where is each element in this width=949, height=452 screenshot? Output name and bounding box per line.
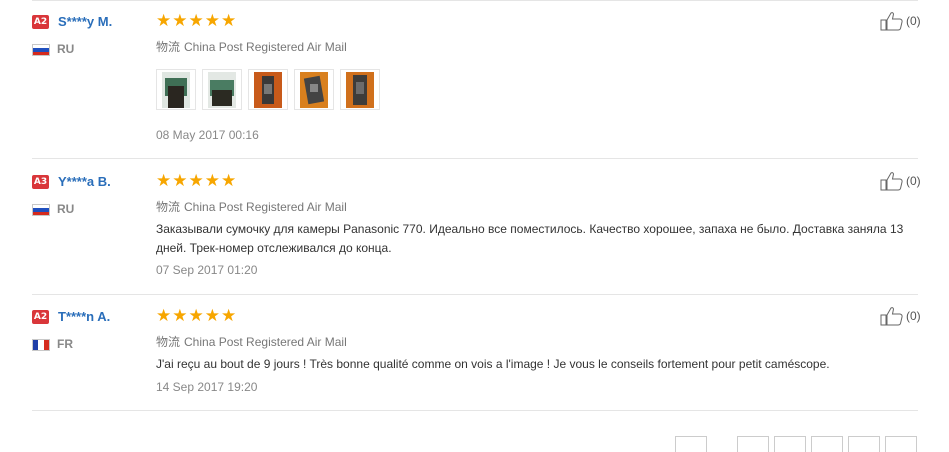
star-icon: ★	[156, 11, 172, 31]
review-item: A2 S****y M. RU ★ ★ ★ ★ ★ 物流 China Post Regis…	[32, 12, 921, 163]
star-icon: ★	[188, 171, 204, 191]
review-item: A3 Y****a B. RU ★ ★ ★ ★ ★ 物流 China Post Regis…	[32, 172, 921, 295]
star-icon: ★	[221, 171, 237, 191]
thumbs-up-icon	[880, 12, 903, 31]
shipping-method: 物流 China Post Registered Air Mail	[156, 38, 347, 55]
shipping-name: China Post Registered Air Mail	[184, 200, 347, 214]
buyer-country: RU	[57, 42, 75, 56]
russia-flag-icon	[32, 204, 50, 216]
buyer-name: S****y M.	[58, 14, 113, 29]
review-date: 14 Sep 2017 19:20	[156, 380, 258, 394]
review-divider	[32, 410, 918, 411]
shipping-label: 物流	[156, 335, 181, 349]
shipping-name: China Post Registered Air Mail	[184, 335, 347, 349]
star-icon: ★	[156, 171, 172, 191]
star-icon: ★	[204, 11, 220, 31]
thumbs-up-icon	[880, 307, 903, 326]
star-icon: ★	[172, 306, 188, 326]
shipping-method: 物流 China Post Registered Air Mail	[156, 333, 347, 350]
like-count: (0)	[906, 309, 921, 323]
thumbs-up-icon	[880, 172, 903, 191]
review-photo-thumbnail[interactable]	[294, 69, 334, 110]
review-text: J'ai reçu au bout de 9 jours ! Très bonn…	[156, 357, 830, 371]
product-photo-bag-orange	[346, 71, 374, 108]
buyer-level-badge: A2	[32, 310, 49, 324]
page-button[interactable]	[737, 436, 769, 452]
star-icon: ★	[172, 171, 188, 191]
star-icon: ★	[172, 11, 188, 31]
shipping-label: 物流	[156, 200, 181, 214]
like-count: (0)	[906, 174, 921, 188]
buyer-country: FR	[57, 337, 73, 351]
product-photo-bag-orange	[254, 71, 282, 108]
shipping-method: 物流 China Post Registered Air Mail	[156, 198, 347, 215]
star-icon: ★	[204, 306, 220, 326]
star-icon: ★	[188, 11, 204, 31]
next-page-button[interactable]	[885, 436, 917, 452]
review-text: Заказывали сумочку для камеры Panasonic …	[156, 222, 904, 255]
star-rating: ★ ★ ★ ★ ★	[156, 13, 236, 30]
star-rating: ★ ★ ★ ★ ★	[156, 173, 236, 190]
star-icon: ★	[204, 171, 220, 191]
star-rating: ★ ★ ★ ★ ★	[156, 308, 236, 325]
review-photo-thumbnail[interactable]	[156, 69, 196, 110]
page-button[interactable]	[774, 436, 806, 452]
buyer-level-badge: A2	[32, 15, 49, 29]
like-button[interactable]: (0)	[880, 11, 921, 31]
star-icon: ★	[156, 306, 172, 326]
russia-flag-icon	[32, 44, 50, 56]
review-photo-thumbnail[interactable]	[202, 69, 242, 110]
review-date: 08 May 2017 00:16	[156, 128, 259, 142]
star-icon: ★	[221, 306, 237, 326]
like-count: (0)	[906, 14, 921, 28]
shipping-label: 物流	[156, 40, 181, 54]
review-photo-thumbnail[interactable]	[248, 69, 288, 110]
review-divider	[32, 158, 918, 159]
page-button[interactable]	[848, 436, 880, 452]
page-button[interactable]	[811, 436, 843, 452]
prev-page-button[interactable]	[675, 436, 707, 452]
product-photo-bag-green	[208, 71, 236, 108]
like-button[interactable]: (0)	[880, 171, 921, 191]
buyer-name: T****n A.	[58, 309, 111, 324]
buyer-level-badge: A3	[32, 175, 49, 189]
pagination	[675, 436, 922, 452]
buyer-country: RU	[57, 202, 75, 216]
product-photo-bag-green	[162, 71, 190, 108]
top-divider	[32, 0, 918, 1]
shipping-name: China Post Registered Air Mail	[184, 40, 347, 54]
buyer-name: Y****a B.	[58, 174, 111, 189]
star-icon: ★	[188, 306, 204, 326]
review-date: 07 Sep 2017 01:20	[156, 263, 258, 277]
review-photos	[156, 69, 380, 110]
review-photo-thumbnail[interactable]	[340, 69, 380, 110]
review-item: A2 T****n A. FR ★ ★ ★ ★ ★ 物流 China Post Regis…	[32, 307, 921, 412]
star-icon: ★	[221, 11, 237, 31]
like-button[interactable]: (0)	[880, 306, 921, 326]
review-divider	[32, 294, 918, 295]
france-flag-icon	[32, 339, 50, 351]
product-photo-bag-orange	[300, 71, 328, 108]
